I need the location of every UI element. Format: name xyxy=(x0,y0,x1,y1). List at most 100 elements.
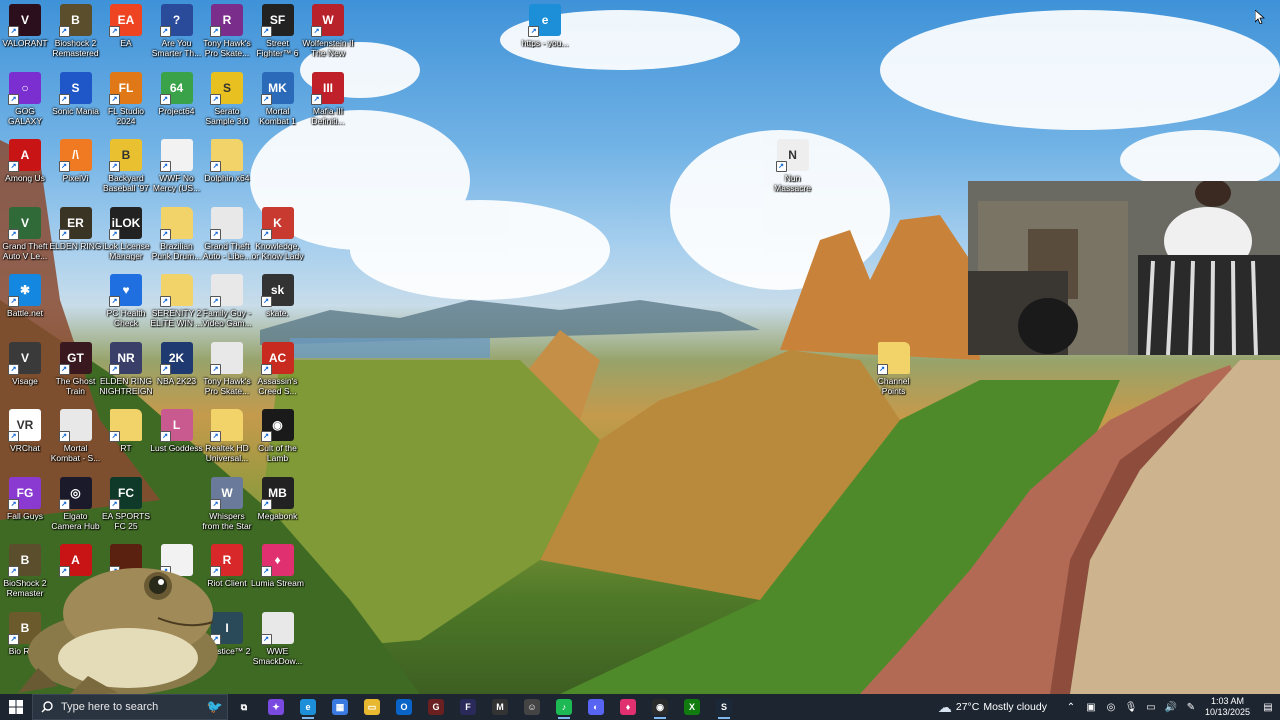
bioshock-icon: B ↗ xyxy=(58,4,92,37)
desktop-shortcut[interactable]: 64 ↗ Project64 xyxy=(150,68,204,136)
desktop-shortcut[interactable]: AC ↗ Assassin's Creed S... xyxy=(251,338,305,406)
taskbar-app-button[interactable]: ✦ xyxy=(260,694,292,720)
speaker-icon[interactable]: 🔊 xyxy=(1163,699,1179,715)
desktop-shortcut[interactable]: ↗ Mortal Kombat - S... xyxy=(49,405,103,473)
shortcut-arrow-icon: ↗ xyxy=(260,633,272,645)
icon-glyph: SF xyxy=(269,13,286,27)
microphone-icon[interactable]: 🎙 xyxy=(1123,699,1139,715)
shortcut-arrow-icon: ↗ xyxy=(159,363,171,375)
start-button[interactable] xyxy=(0,694,32,720)
taskbar-app-button[interactable]: ◉ xyxy=(644,694,676,720)
desktop-shortcut[interactable]: ○ ↗ GOG GALAXY xyxy=(0,68,52,136)
desktop-shortcut[interactable]: MK ↗ Mortal Kombat 1 xyxy=(251,68,305,136)
folder-icon: ↗ xyxy=(109,409,142,442)
desktop-shortcut[interactable]: ↗ Dolphin x64 xyxy=(200,135,254,203)
desktop-shortcut[interactable]: iLOK ↗ iLok License Manager xyxy=(99,203,153,271)
taskbar-search-box[interactable]: Type here to search 🐦 xyxy=(32,694,228,720)
desktop-shortcut[interactable]: ↗ Realtek HD Universal... xyxy=(200,405,254,473)
taskbar-app-button[interactable]: G xyxy=(420,694,452,720)
taskbar-app-button[interactable]: ♦ xyxy=(612,694,644,720)
taskbar-app-button[interactable]: ◐ xyxy=(580,694,612,720)
desktop-shortcut[interactable]: sk ↗ skate. xyxy=(251,270,305,338)
chevron-up-icon[interactable]: ⌃ xyxy=(1063,699,1079,715)
desktop-shortcut[interactable]: ✱ ↗ Battle.net xyxy=(0,270,52,338)
project64-icon: 64 ↗ xyxy=(159,71,193,105)
desktop-shortcut[interactable]: B ↗ Bioshock 2 Remastered xyxy=(49,0,103,68)
desktop-shortcut[interactable]: B ↗ Backyard Baseball '97 xyxy=(99,135,153,203)
shortcut-arrow-icon: ↗ xyxy=(210,296,221,307)
desktop-shortcut[interactable]: ↗ RT xyxy=(99,405,153,473)
taskbar-app-button[interactable]: ☺ xyxy=(516,694,548,720)
desktop-shortcut[interactable]: ↗ Grand Theft Auto - Libe... xyxy=(200,203,254,271)
desktop-shortcut[interactable]: ER ↗ ELDEN RING xyxy=(49,203,103,271)
desktop-shortcut[interactable]: V ↗ Grand Theft Auto V Le... xyxy=(0,203,52,271)
desktop-shortcut[interactable]: MB ↗ Megabonk xyxy=(251,473,305,541)
icon-glyph: MB xyxy=(268,485,287,500)
desktop-shortcut[interactable]: S ↗ Serato Sample 3.0 xyxy=(200,68,254,136)
desktop-shortcut[interactable]: EA ↗ EA xyxy=(99,0,153,68)
desktop-shortcut[interactable]: III ↗ Mafia III Definiti... xyxy=(301,68,355,136)
taskbar-clock[interactable]: 1:03 AM 10/13/2025 xyxy=(1205,696,1250,718)
shortcut-arrow-icon: ↗ xyxy=(159,93,171,105)
taskbar-app-button[interactable]: M xyxy=(484,694,516,720)
folder-icon: ↗ xyxy=(159,206,193,240)
desktop-shortcut[interactable]: FL ↗ FL Studio 2024 xyxy=(99,68,153,136)
search-icon xyxy=(41,701,53,713)
desktop-shortcut[interactable]: ↗ Family Guy - Video Gam... xyxy=(200,270,254,338)
desktop-shortcut[interactable]: ↗ Channel Points xyxy=(867,338,921,406)
desktop-shortcut[interactable]: L ↗ Lust Goddess xyxy=(150,405,204,473)
desktop-shortcut[interactable]: V ↗ VALORANT xyxy=(0,0,52,68)
desktop-shortcut[interactable]: ↗ WWE SmackDow... xyxy=(251,608,305,676)
desktop-shortcut[interactable]: VR ↗ VRChat xyxy=(0,405,52,473)
desktop-shortcut[interactable]: W↗Wolfenstein II The New Co... xyxy=(301,0,355,68)
weather-widget[interactable]: ☁ 27°C Mostly cloudy xyxy=(938,699,1047,716)
taskbar-app-button[interactable]: O xyxy=(388,694,420,720)
desktop-shortcut[interactable]: ◉ ↗ Cult of the Lamb xyxy=(251,405,305,473)
shortcut-label: ELDEN RING xyxy=(49,240,102,251)
pen-icon[interactable]: ✎ xyxy=(1183,699,1199,715)
taskbar-app-button[interactable]: ▦ xyxy=(324,694,356,720)
taskbar-app-button[interactable]: X xyxy=(676,694,708,720)
desktop-shortcut[interactable]: V ↗ Visage xyxy=(0,338,52,406)
health-check-icon: ♥ ↗ xyxy=(109,274,142,307)
taskbar-app-button[interactable]: ▭ xyxy=(356,694,388,720)
desktop-shortcut[interactable]: NR ↗ ELDEN RING NIGHTREIGN xyxy=(99,338,153,406)
street-fighter-icon: SF ↗ xyxy=(260,4,294,37)
shortcut-arrow-icon: ↗ xyxy=(109,296,120,307)
desktop-shortcut[interactable]: 2K ↗ NBA 2K23 xyxy=(150,338,204,406)
shortcut-arrow-icon: ↗ xyxy=(109,431,120,442)
desktop-shortcut[interactable]: e ↗ https - you... xyxy=(518,0,572,68)
desktop-shortcut[interactable]: ◎ ↗ Elgato Camera Hub xyxy=(49,473,103,541)
desktop-shortcut[interactable]: ? ↗ Are You Smarter Th... xyxy=(150,0,204,68)
desktop-shortcut[interactable]: SF ↗ Street Fighter™ 6 xyxy=(251,0,305,68)
desktop-shortcut[interactable]: ↗ WWF No Mercy (US... xyxy=(150,135,204,203)
desktop-shortcut[interactable]: R ↗ Tony Hawk's Pro Skate... xyxy=(200,0,254,68)
network-icon[interactable]: ▣ xyxy=(1083,699,1099,715)
battery-icon[interactable]: ▭ xyxy=(1143,699,1159,715)
notification-icon[interactable]: ▤ xyxy=(1260,699,1276,715)
desktop-shortcut[interactable]: FG ↗ Fall Guys xyxy=(0,473,52,541)
desktop-shortcut[interactable]: ↗ SERENITY 2 ELITE WIN ... xyxy=(150,270,204,338)
desktop[interactable]: V ↗ VALORANT B ↗ Bioshock 2 Remastered EA ↗ EA? ↗… xyxy=(0,0,1280,694)
desktop-shortcut[interactable]: ♦ ↗ Lumia Stream xyxy=(251,540,305,608)
taskbar-app-button[interactable]: F xyxy=(452,694,484,720)
desktop-shortcut[interactable]: W ↗ Whispers from the Star xyxy=(200,473,254,541)
desktop-shortcut[interactable]: A ↗ Among Us xyxy=(0,135,52,203)
ea-icon: EA ↗ xyxy=(109,4,142,37)
desktop-shortcut[interactable]: FC ↗ EA SPORTS FC 25 xyxy=(99,473,153,541)
desktop-shortcut[interactable]: K ↗ Knowledge, or Know Lady xyxy=(251,203,305,271)
taskbar-app-button[interactable]: ♪ xyxy=(548,694,580,720)
desktop-shortcut[interactable]: ↗ Tony Hawk's Pro Skate... xyxy=(200,338,254,406)
serato-icon: S ↗ xyxy=(210,71,243,105)
taskbar-app-button[interactable]: e xyxy=(292,694,324,720)
desktop-shortcut[interactable]: ♥ ↗ PC Health Check xyxy=(99,270,153,338)
desktop-shortcut[interactable]: N ↗ Nun Massacre xyxy=(766,135,820,203)
desktop-shortcut[interactable]: S ↗ Sonic Mania xyxy=(49,68,103,136)
taskbar-app-button[interactable]: ⧉ xyxy=(228,694,260,720)
desktop-shortcut[interactable]: ↗ Brazilian Punk Drum... xyxy=(150,203,204,271)
taskbar-app-button[interactable]: S xyxy=(708,694,740,720)
desktop-shortcut[interactable]: /\ ↗ PixelVi xyxy=(49,135,103,203)
desktop-shortcut[interactable]: GT ↗ The Ghost Train xyxy=(49,338,103,406)
wifi-icon[interactable]: ◎ xyxy=(1103,699,1119,715)
shortcut-arrow-icon: ↗ xyxy=(159,161,171,172)
